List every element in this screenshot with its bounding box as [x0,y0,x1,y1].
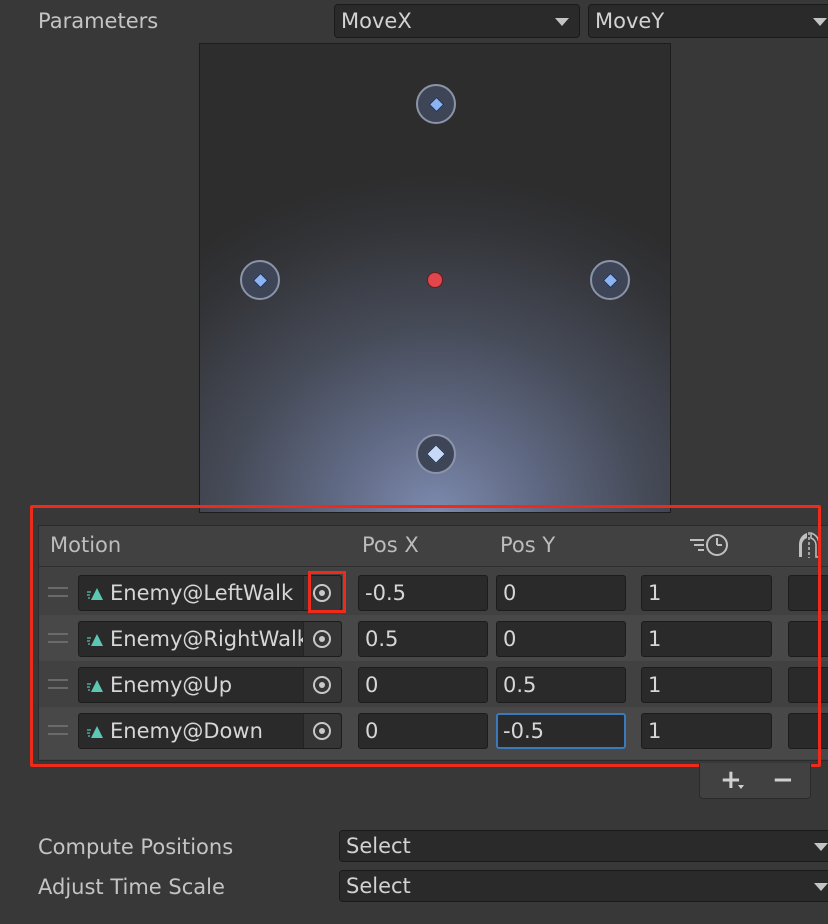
blend-node-left[interactable] [240,260,280,300]
chevron-down-icon [738,785,744,789]
diamond-icon [426,444,446,464]
param-x-dropdown[interactable]: MoveX [334,4,580,38]
blend-node-down[interactable] [416,434,456,474]
param-y-value: MoveY [595,9,665,33]
list-footer: + − [699,763,811,799]
adjust-time-scale-dropdown[interactable]: Select [339,870,828,902]
add-motion-button[interactable]: + [720,763,742,797]
param-y-dropdown[interactable]: MoveY [588,4,828,38]
compute-positions-label: Compute Positions [38,835,234,859]
diamond-icon [602,272,619,289]
remove-motion-button[interactable]: − [772,763,794,797]
blend-position-marker[interactable] [427,272,443,288]
parameters-label: Parameters [38,9,159,33]
blend-space-preview[interactable] [199,43,671,513]
chevron-down-icon [813,18,827,26]
chevron-down-icon [814,843,828,851]
chevron-down-icon [814,883,828,891]
adjust-time-scale-label: Adjust Time Scale [38,875,225,899]
blend-node-up[interactable] [416,84,456,124]
param-x-value: MoveX [341,9,412,33]
adjust-time-scale-value: Select [346,874,411,898]
chevron-down-icon [555,18,569,26]
diamond-icon [252,272,269,289]
highlight-outline [30,505,821,767]
compute-positions-dropdown[interactable]: Select [339,830,828,862]
blend-node-right[interactable] [590,260,630,300]
highlight-picker [308,571,346,613]
compute-positions-value: Select [346,834,411,858]
diamond-icon [428,96,445,113]
